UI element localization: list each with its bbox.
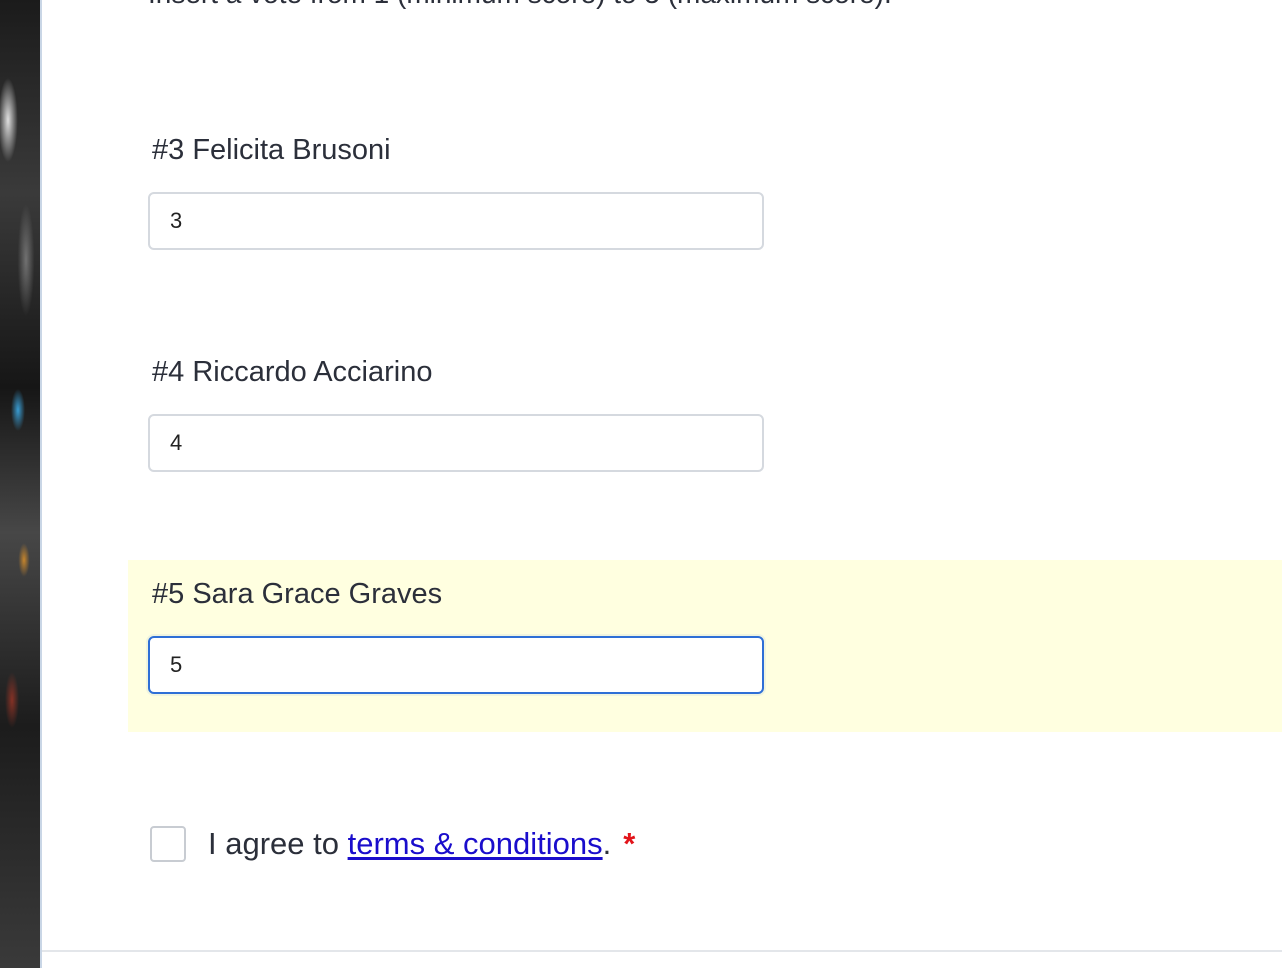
bottom-divider [42, 950, 1282, 952]
question-label: #4 Riccardo Acciarino [152, 356, 433, 388]
required-asterisk: * [623, 826, 636, 861]
terms-conditions-link[interactable]: terms & conditions [348, 826, 603, 861]
terms-agreement-row: I agree to terms & conditions. * [150, 824, 635, 864]
question-sara-grace-graves: #5 Sara Grace Graves [128, 560, 1282, 732]
question-felicita-brusoni: #3 Felicita Brusoni [128, 116, 1282, 288]
terms-suffix: . [602, 826, 612, 861]
background-photo-strip [0, 0, 40, 968]
terms-agreement-text: I agree to terms & conditions. [208, 826, 611, 862]
question-riccardo-acciarino: #4 Riccardo Acciarino [128, 338, 1282, 510]
question-label: #5 Sara Grace Graves [152, 578, 443, 610]
voting-instructions: Insert a vote from 1 (minimum score) to … [148, 0, 892, 10]
vote-input-4[interactable] [148, 414, 764, 472]
vote-input-3[interactable] [148, 192, 764, 250]
terms-prefix: I agree to [208, 826, 348, 861]
survey-form-panel: Insert a vote from 1 (minimum score) to … [40, 0, 1282, 968]
terms-checkbox[interactable] [150, 826, 186, 862]
vote-input-5[interactable] [148, 636, 764, 694]
question-label: #3 Felicita Brusoni [152, 134, 391, 166]
